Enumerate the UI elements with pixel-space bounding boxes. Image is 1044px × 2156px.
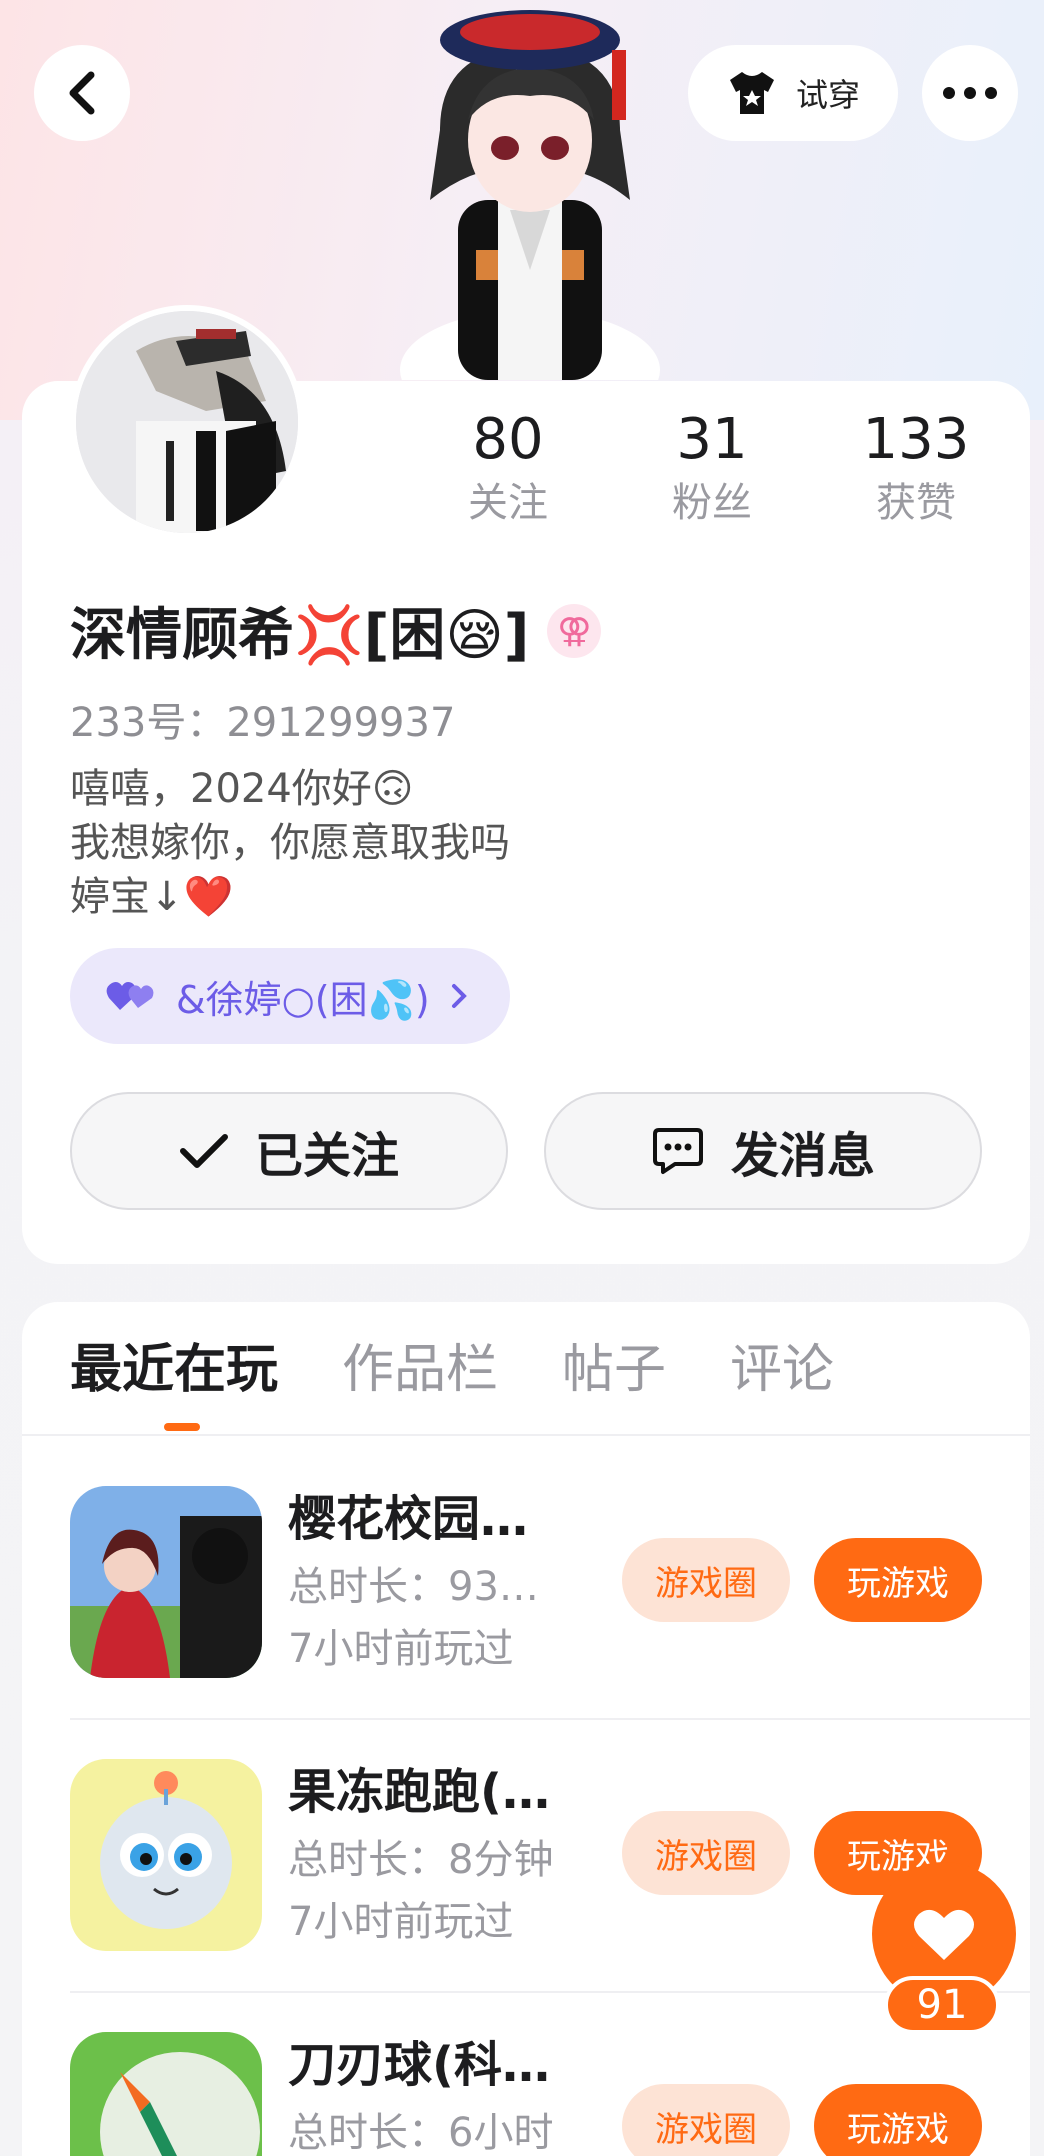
tab-indicator: [164, 1423, 200, 1431]
try-on-label: 试穿: [795, 76, 860, 114]
username: 深情顾希💢[困😪]: [70, 603, 530, 668]
relationship-label: &徐婷○(困💦): [176, 977, 430, 1022]
checkmark-icon: [179, 1134, 228, 1168]
bio-line: 婷宝↓❤️: [70, 874, 234, 920]
game-icon: [70, 2032, 262, 2156]
row-divider: [70, 1718, 1030, 1720]
game-row[interactable]: 刀刃球(科… 总时长：6小时 游戏圈 玩游戏: [70, 2032, 1030, 2156]
stat-following[interactable]: 80 关注: [418, 405, 598, 531]
game-icon: [70, 1486, 262, 1678]
game-icon: [70, 1759, 262, 1951]
game-row[interactable]: 樱花校园… 总时长：93… 7小时前玩过 游戏圈 玩游戏: [70, 1486, 1030, 1686]
stat-label: 获赞: [876, 480, 956, 526]
chevron-right-icon: [451, 984, 467, 1008]
relationship-tag[interactable]: &徐婷○(困💦): [70, 948, 510, 1044]
tab-bar: 最近在玩 作品栏 帖子 评论: [70, 1330, 834, 1410]
game-duration: 总时长：6小时: [288, 2110, 554, 2156]
follow-label: 已关注: [254, 1128, 399, 1184]
stat-value: 80: [472, 407, 544, 472]
game-meta: 总时长：6小时: [288, 2102, 553, 2156]
stat-value: 31: [676, 407, 748, 472]
double-heart-icon: [106, 982, 154, 1010]
message-button[interactable]: 发消息: [544, 1092, 982, 1210]
game-meta: 总时长：93… 7小时前玩过: [288, 1556, 539, 1680]
game-duration: 总时长：8分钟: [288, 1837, 554, 1883]
stat-likes[interactable]: 133 获赞: [826, 405, 1006, 531]
chat-bubble-icon: [652, 1128, 703, 1174]
tshirt-icon: [729, 72, 774, 114]
play-game-button[interactable]: 玩游戏: [814, 2084, 982, 2156]
name-row: 深情顾希💢[困😪] ⚢: [70, 590, 602, 671]
back-button[interactable]: [34, 45, 130, 141]
avatar[interactable]: [70, 305, 304, 539]
tab-divider: [22, 1434, 1030, 1436]
stat-label: 粉丝: [672, 480, 752, 526]
game-meta: 总时长：8分钟 7小时前玩过: [288, 1829, 553, 1953]
game-duration: 总时长：93…: [288, 1564, 539, 1610]
heart-icon: [914, 1909, 974, 1960]
bio-line: 我想嫁你，你愿意取我吗: [70, 820, 510, 866]
more-button[interactable]: [922, 45, 1018, 141]
stat-label: 关注: [468, 480, 548, 526]
stat-followers[interactable]: 31 粉丝: [622, 405, 802, 531]
tab-works[interactable]: 作品栏: [342, 1330, 498, 1410]
game-title: 樱花校园…: [288, 1491, 529, 1547]
play-game-button[interactable]: 玩游戏: [814, 1538, 982, 1622]
tab-recent-played[interactable]: 最近在玩: [70, 1330, 278, 1410]
bio-line: 嘻嘻，2024你好🙃: [70, 766, 414, 812]
game-title: 刀刃球(科…: [288, 2037, 550, 2093]
more-dots-icon: [943, 87, 997, 99]
character-avatar-figure: [400, 10, 660, 380]
stat-value: 133: [862, 407, 970, 472]
user-id: 233号：291299937: [70, 700, 456, 746]
game-last-played: 7小时前玩过: [288, 1899, 514, 1945]
avatar-image: [76, 311, 298, 533]
try-on-button[interactable]: 试穿: [688, 45, 898, 141]
gender-icon: ⚢: [547, 603, 602, 658]
follow-button[interactable]: 已关注: [70, 1092, 508, 1210]
like-count: 91: [884, 1976, 1000, 2034]
game-title: 果冻跑跑(…: [288, 1764, 550, 1820]
game-circle-button[interactable]: 游戏圈: [622, 1538, 790, 1622]
game-circle-button[interactable]: 游戏圈: [622, 2084, 790, 2156]
game-circle-button[interactable]: 游戏圈: [622, 1811, 790, 1895]
message-label: 发消息: [730, 1128, 875, 1184]
game-last-played: 7小时前玩过: [288, 1626, 514, 1672]
tab-comments[interactable]: 评论: [730, 1330, 834, 1410]
bio: 嘻嘻，2024你好🙃 我想嫁你，你愿意取我吗 婷宝↓❤️: [70, 762, 510, 924]
chevron-left-icon: [69, 71, 95, 115]
tab-posts[interactable]: 帖子: [562, 1330, 666, 1410]
